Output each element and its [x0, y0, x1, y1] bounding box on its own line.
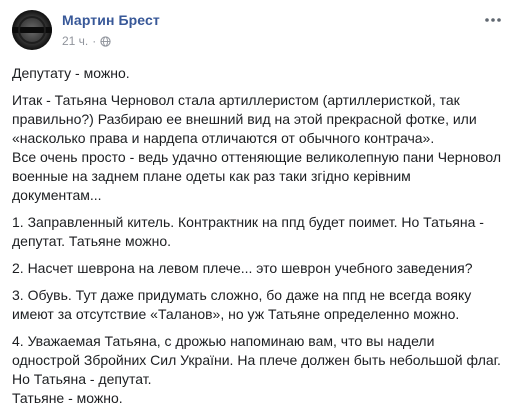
- post-paragraph: 2. Насчет шеврона на левом плече... это …: [12, 260, 473, 276]
- post-paragraph: 3. Обувь. Тут даже придумать сложно, бо …: [12, 287, 472, 322]
- post-paragraph: 4. Уважаемая Татьяна, с дрожью напоминаю…: [12, 333, 501, 406]
- post-body: Депутату - можно. Итак - Татьяна Черново…: [12, 64, 506, 416]
- post-paragraph: 1. Заправленный китель. Контрактник на п…: [12, 214, 484, 249]
- author-name[interactable]: Мартин Брест: [62, 12, 160, 28]
- post-paragraph: Депутату - можно.: [12, 65, 130, 81]
- meta-separator: ·: [92, 34, 97, 48]
- post-paragraph: Итак - Татьяна Черновол стала артиллерис…: [12, 92, 502, 203]
- post-card: Мартин Брест 21 ч. · Депутату - можно. И…: [0, 0, 517, 406]
- avatar-ring: [18, 16, 46, 44]
- more-icon[interactable]: [483, 14, 503, 26]
- globe-icon[interactable]: [100, 35, 111, 47]
- post-time[interactable]: 21 ч.: [62, 34, 88, 48]
- post-meta: 21 ч. ·: [62, 34, 111, 48]
- avatar[interactable]: [12, 10, 52, 50]
